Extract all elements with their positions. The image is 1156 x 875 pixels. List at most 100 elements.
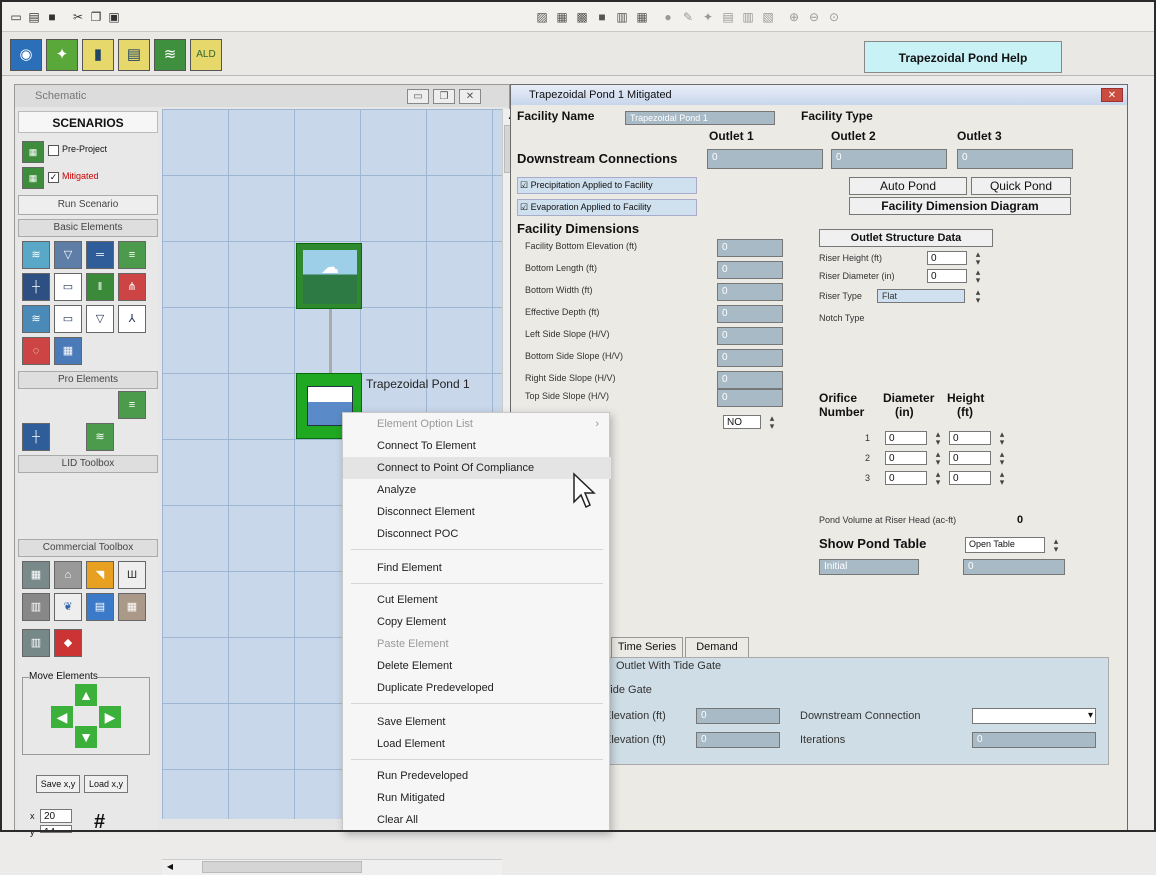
orifice-height-spinner[interactable]: ▴ ▾ bbox=[995, 430, 1009, 447]
tab-demand[interactable]: Demand bbox=[685, 637, 749, 657]
tab-time-series[interactable]: Time Series bbox=[611, 637, 683, 657]
copy-icon[interactable]: ❐ bbox=[88, 9, 104, 25]
tank-icon[interactable]: ▭ bbox=[54, 305, 82, 333]
infiltration-icon[interactable]: ▥ bbox=[22, 629, 50, 657]
minimize-button[interactable]: ▭ bbox=[407, 89, 429, 104]
table-icon[interactable]: ▥ bbox=[614, 9, 630, 25]
globe-icon[interactable]: ◉ bbox=[10, 39, 42, 71]
riser-type-spinner[interactable]: ▴ ▾ bbox=[971, 288, 985, 305]
orifice-diameter-spinner[interactable]: ▴ ▾ bbox=[931, 470, 945, 487]
run-scenario-button[interactable]: Run Scenario bbox=[18, 195, 158, 215]
dim-field[interactable]: 0 bbox=[717, 305, 783, 323]
move-right-icon[interactable]: ▶ bbox=[99, 706, 121, 728]
orifice-height-field[interactable]: 0 bbox=[949, 471, 991, 485]
orifice-height-spinner[interactable]: ▴ ▾ bbox=[995, 450, 1009, 467]
preproject-checkbox[interactable] bbox=[48, 145, 59, 156]
junction-icon[interactable]: ⅄ bbox=[118, 305, 146, 333]
list-icon[interactable]: ▤ bbox=[720, 9, 736, 25]
orifice-diameter-field[interactable]: 0 bbox=[885, 431, 927, 445]
menu-item-cut-element[interactable]: Cut Element bbox=[343, 589, 611, 611]
precipitation-checkbox[interactable]: ☑ Precipitation Applied to Facility bbox=[517, 177, 697, 194]
media-filter-icon[interactable]: ▥ bbox=[22, 593, 50, 621]
menu-item-delete-element[interactable]: Delete Element bbox=[343, 655, 611, 677]
pipe-icon[interactable]: ═ bbox=[86, 241, 114, 269]
orifice-height-field[interactable]: 0 bbox=[949, 451, 991, 465]
menu-item-load-element[interactable]: Load Element bbox=[343, 733, 611, 755]
menu-item-analyze[interactable]: Analyze bbox=[343, 479, 611, 501]
move-left-icon[interactable]: ◀ bbox=[51, 706, 73, 728]
lid-map-icon[interactable]: ≋ bbox=[154, 39, 186, 71]
reservoir-icon[interactable]: ┼ bbox=[22, 423, 50, 451]
zoom-out-icon[interactable]: ⊖ bbox=[806, 9, 822, 25]
dim-field[interactable]: 0 bbox=[717, 349, 783, 367]
green-roof-icon[interactable]: ▦ bbox=[22, 561, 50, 589]
print-icon[interactable]: ▩ bbox=[574, 9, 590, 25]
orifice-diameter-spinner[interactable]: ▴ ▾ bbox=[931, 430, 945, 447]
drywell-icon[interactable]: ❦ bbox=[54, 593, 82, 621]
save-icon[interactable]: ■ bbox=[44, 9, 60, 25]
downstream-outlet-1-field[interactable]: 0 bbox=[707, 149, 823, 169]
zoom-fit-icon[interactable]: ⊙ bbox=[826, 9, 842, 25]
chart-icon[interactable]: ▧ bbox=[760, 9, 776, 25]
dim-field[interactable]: 0 bbox=[717, 389, 783, 407]
lateral-basin-icon[interactable]: ┼ bbox=[22, 273, 50, 301]
vault-icon[interactable]: ▭ bbox=[54, 273, 82, 301]
wetland-icon[interactable]: ≋ bbox=[86, 423, 114, 451]
filter-icon[interactable]: Ш bbox=[118, 561, 146, 589]
move-down-icon[interactable]: ▼ bbox=[75, 726, 97, 748]
menu-item-connect-to-element[interactable]: Connect To Element bbox=[343, 435, 611, 457]
elevation-1-field[interactable]: 0 bbox=[696, 708, 780, 724]
dim-field[interactable]: 0 bbox=[717, 261, 783, 279]
outlet-structure-data-button[interactable]: Outlet Structure Data bbox=[819, 229, 993, 247]
storm-filter-icon[interactable]: ▤ bbox=[86, 593, 114, 621]
trapezoidal-pond-help-button[interactable]: Trapezoidal Pond Help bbox=[864, 41, 1062, 73]
horizontal-scrollbar[interactable]: ◀ bbox=[162, 859, 502, 875]
grid-hash-label[interactable]: # bbox=[94, 811, 105, 834]
dim-field[interactable]: 0 bbox=[717, 371, 783, 389]
menu-item-disconnect-poc[interactable]: Disconnect POC bbox=[343, 523, 611, 545]
report-icon[interactable]: ▦ bbox=[554, 9, 570, 25]
open-table-select[interactable]: Open Table bbox=[965, 537, 1045, 553]
downstream-outlet-2-field[interactable]: 0 bbox=[831, 149, 947, 169]
menu-item-find-element[interactable]: Find Element bbox=[343, 557, 611, 579]
quick-pond-button[interactable]: Quick Pond bbox=[971, 177, 1071, 195]
graph-icon[interactable]: ▨ bbox=[534, 9, 550, 25]
settings-icon[interactable]: ✦ bbox=[700, 9, 716, 25]
downstream-outlet-3-field[interactable]: 0 bbox=[957, 149, 1073, 169]
dim-field[interactable]: 0 bbox=[717, 283, 783, 301]
basin-element[interactable]: ☁ bbox=[296, 243, 362, 309]
menu-item-disconnect-element[interactable]: Disconnect Element bbox=[343, 501, 611, 523]
close-button[interactable]: ✕ bbox=[459, 89, 481, 104]
close-icon[interactable]: ✕ bbox=[1101, 88, 1123, 102]
gravel-trench-icon[interactable]: ≋ bbox=[22, 305, 50, 333]
save-xy-button[interactable]: Save x,y bbox=[36, 775, 80, 793]
brick-icon[interactable]: ◆ bbox=[54, 629, 82, 657]
new-icon[interactable]: ▭ bbox=[8, 9, 24, 25]
building-icon[interactable]: ⌂ bbox=[54, 561, 82, 589]
riser-diameter-field[interactable]: 0 bbox=[927, 269, 967, 283]
cistern-icon[interactable]: ◥ bbox=[86, 561, 114, 589]
irregular-pond-icon[interactable]: ▽ bbox=[86, 305, 114, 333]
dim-field[interactable]: 0 bbox=[717, 239, 783, 257]
move-up-icon[interactable]: ▲ bbox=[75, 684, 97, 706]
cut-icon[interactable]: ✂ bbox=[70, 9, 86, 25]
menu-item-run-mitigated[interactable]: Run Mitigated bbox=[343, 787, 611, 809]
horizontal-scroll-thumb[interactable] bbox=[202, 861, 362, 873]
open-icon[interactable]: ▤ bbox=[26, 9, 42, 25]
riser-type-select[interactable]: Flat bbox=[877, 289, 965, 303]
load-xy-button[interactable]: Load x,y bbox=[84, 775, 128, 793]
elevation-2-field[interactable]: 0 bbox=[696, 732, 780, 748]
record-icon[interactable]: ● bbox=[660, 9, 676, 25]
point-of-compliance-icon[interactable]: ◌ bbox=[22, 337, 50, 365]
map-icon[interactable]: ✦ bbox=[46, 39, 78, 71]
scroll-left-icon[interactable]: ◀ bbox=[164, 861, 176, 873]
open-table-spinner[interactable]: ▴ ▾ bbox=[1049, 537, 1063, 554]
menu-item-clear-all[interactable]: Clear All bbox=[343, 809, 611, 831]
mitigated-checkbox[interactable]: ✓ bbox=[48, 172, 59, 183]
report-doc-icon[interactable]: ▮ bbox=[82, 39, 114, 71]
x-coordinate-field[interactable]: 20 bbox=[40, 809, 72, 823]
dim-field[interactable]: 0 bbox=[717, 327, 783, 345]
lid-analysis-icon[interactable]: ALD bbox=[190, 39, 222, 71]
orifice-diameter-field[interactable]: 0 bbox=[885, 451, 927, 465]
orifice-diameter-field[interactable]: 0 bbox=[885, 471, 927, 485]
